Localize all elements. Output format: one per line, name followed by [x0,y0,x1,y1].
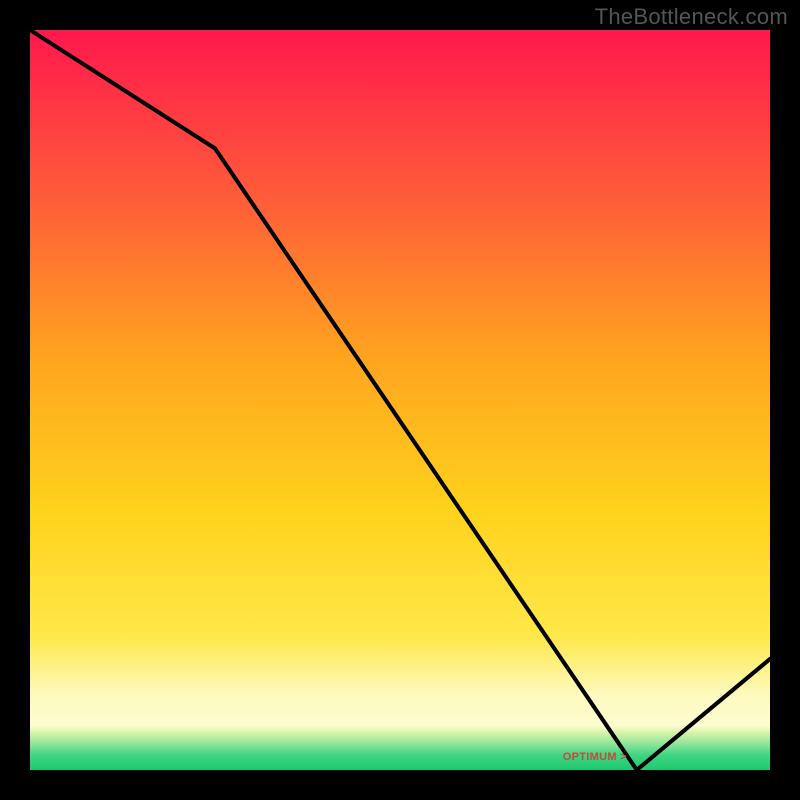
chart-wrapper: TheBottleneck.com [0,0,800,800]
plot-area: OPTIMUM > [30,30,770,770]
optimal-badge: OPTIMUM > [563,751,627,763]
watermark-text: TheBottleneck.com [595,4,788,30]
background-gradient [30,30,770,770]
